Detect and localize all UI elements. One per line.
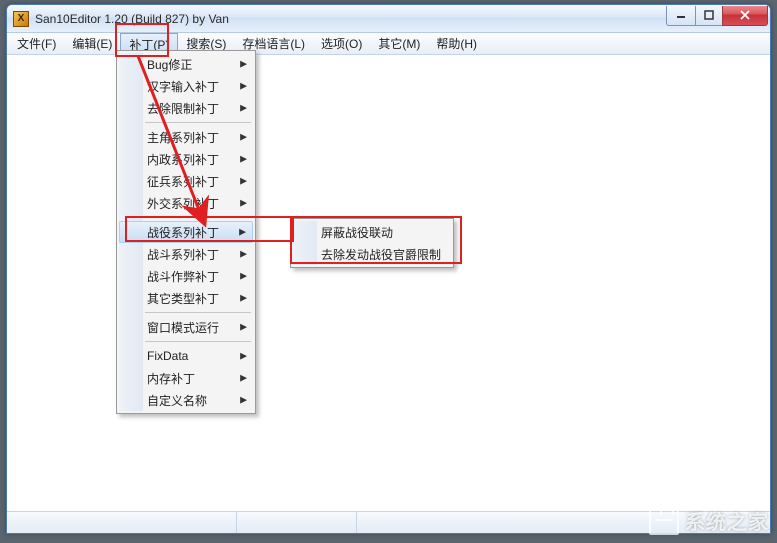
submenu-arrow-icon: ▶ [240,132,247,143]
status-cell-2 [237,512,357,533]
submenu-arrow-icon: ▶ [240,271,247,282]
patch-hanzi-input[interactable]: 汉字输入补丁▶ [119,75,253,97]
patch-protagonist[interactable]: 主角系列补丁▶ [119,126,253,148]
patch-bugfix[interactable]: Bug修正▶ [119,53,253,75]
submenu-arrow-icon: ▶ [240,293,247,304]
menu-separator [145,312,251,313]
patch-remove-limit[interactable]: 去除限制补丁▶ [119,97,253,119]
maximize-button[interactable] [695,6,723,26]
patch-dropdown: Bug修正▶ 汉字输入补丁▶ 去除限制补丁▶ 主角系列补丁▶ 内政系列补丁▶ 征… [116,50,256,414]
watermark-icon [649,507,679,535]
submenu-arrow-icon: ▶ [240,395,247,406]
patch-diplomacy[interactable]: 外交系列补丁▶ [119,192,253,214]
patch-window-mode[interactable]: 窗口模式运行▶ [119,316,253,338]
menu-separator [145,341,251,342]
menu-separator [145,122,251,123]
close-button[interactable] [722,6,768,26]
submenu-arrow-icon: ▶ [240,322,247,333]
submenu-arrow-icon: ▶ [240,59,247,70]
watermark: 系统之家 [649,506,769,535]
patch-other-type[interactable]: 其它类型补丁▶ [119,287,253,309]
patch-internal[interactable]: 内政系列补丁▶ [119,148,253,170]
submenu-arrow-icon: ▶ [240,176,247,187]
submenu-arrow-icon: ▶ [240,351,247,362]
battle-remove-rank-limit[interactable]: 去除发动战役官爵限制 [293,243,451,265]
app-icon: X [13,11,29,27]
submenu-arrow-icon: ▶ [240,103,247,114]
patch-custom-name[interactable]: 自定义名称▶ [119,389,253,411]
patch-battle-series[interactable]: 战役系列补丁▶ [119,221,253,243]
patch-conscript[interactable]: 征兵系列补丁▶ [119,170,253,192]
battle-disable-link[interactable]: 屏蔽战役联动 [293,221,451,243]
submenu-arrow-icon: ▶ [240,373,247,384]
menu-separator [145,217,251,218]
submenu-arrow-icon: ▶ [240,198,247,209]
patch-combat-series[interactable]: 战斗系列补丁▶ [119,243,253,265]
submenu-arrow-icon: ▶ [240,81,247,92]
patch-fixdata[interactable]: FixData▶ [119,345,253,367]
menu-file[interactable]: 文件(F) [9,33,64,54]
patch-memory[interactable]: 内存补丁▶ [119,367,253,389]
menu-edit[interactable]: 编辑(E) [64,33,120,54]
status-cell-1 [7,512,237,533]
menu-help[interactable]: 帮助(H) [428,33,485,54]
titlebar[interactable]: X San10Editor 1.20 (Build 827) by Van [7,5,770,33]
submenu-arrow-icon: ▶ [239,227,246,238]
menu-other[interactable]: 其它(M) [370,33,428,54]
submenu-arrow-icon: ▶ [240,154,247,165]
menu-options[interactable]: 选项(O) [313,33,370,54]
minimize-button[interactable] [666,6,696,26]
watermark-text: 系统之家 [685,506,769,535]
submenu-arrow-icon: ▶ [240,249,247,260]
patch-combat-cheat[interactable]: 战斗作弊补丁▶ [119,265,253,287]
window-title: San10Editor 1.20 (Build 827) by Van [35,12,667,26]
window-controls [667,6,768,26]
battle-submenu: 屏蔽战役联动 去除发动战役官爵限制 [290,218,454,268]
